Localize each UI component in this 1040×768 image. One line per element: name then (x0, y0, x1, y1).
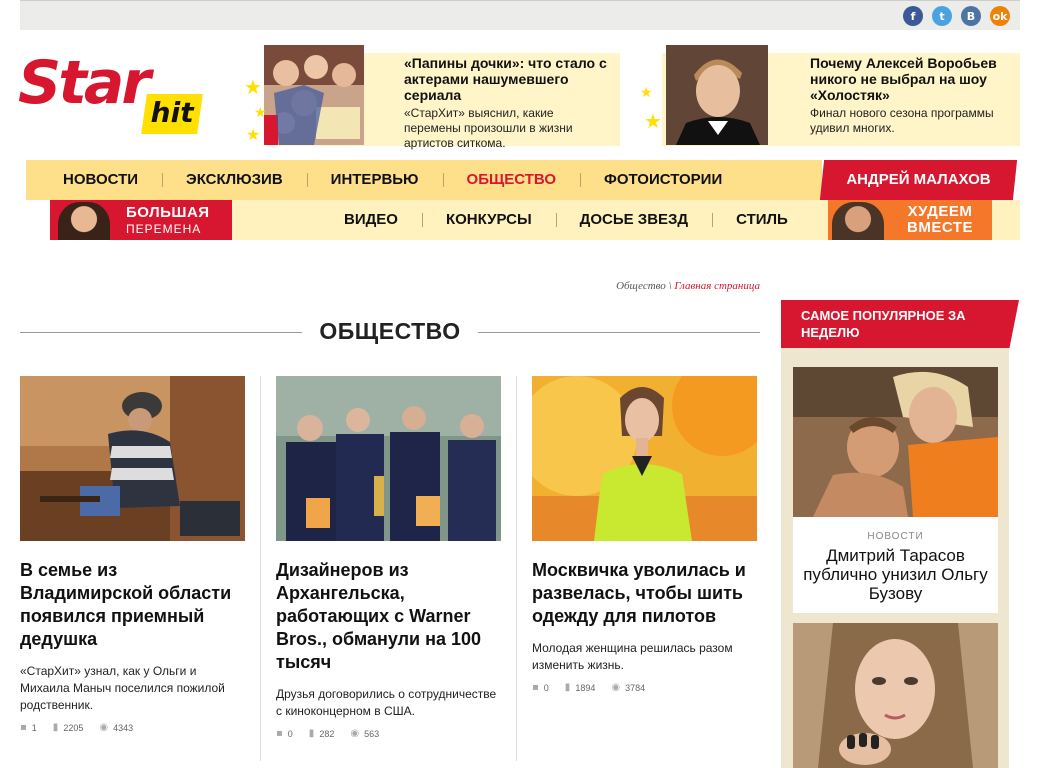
views-count: 3784 (625, 682, 646, 693)
stats-icon: ▮ (52, 722, 59, 733)
breadcrumb-home-link[interactable]: Главная страница (674, 280, 760, 292)
promo-title: Почему Алексей Воробьев никого не выбрал… (810, 55, 997, 103)
article-image[interactable] (276, 376, 501, 541)
secondary-nav: БОЛЬШАЯ ПЕРЕМЕНА ВИДЕО КОНКУРСЫ ДОСЬЕ ЗВ… (50, 200, 1020, 240)
banner-portrait (58, 202, 110, 240)
nav-item-interview[interactable]: ИНТЕРВЬЮ (306, 160, 443, 200)
breadcrumb-current: Общество (616, 280, 666, 292)
article-image[interactable] (20, 376, 245, 541)
banner-portrait (832, 202, 884, 240)
article-card[interactable]: Москвичка уволилась и развелась, чтобы ш… (532, 376, 757, 693)
site-logo[interactable]: Star hit (18, 50, 208, 142)
article-meta: ▪ 0 ▮ 282 ◉ 563 (276, 728, 501, 739)
vk-icon[interactable]: B (961, 6, 981, 26)
article-title[interactable]: Дизайнеров из Архангельска, работающих с… (276, 559, 501, 674)
nav-item-star-dossier[interactable]: ДОСЬЕ ЗВЕЗД (555, 200, 712, 240)
comment-icon: ▪ (20, 722, 27, 733)
primary-nav: НОВОСТИ ЭКСКЛЮЗИВ ИНТЕРВЬЮ ОБЩЕСТВО ФОТО… (26, 160, 822, 200)
views-count: 563 (364, 728, 380, 739)
stats-count: 282 (319, 728, 335, 739)
article-lead: «СтарХит» узнал, как у Ольги и Михаила М… (20, 664, 225, 712)
stats-count: 2205 (63, 722, 84, 733)
column-divider (260, 376, 261, 761)
article-meta: ▪ 0 ▮ 1894 ◉ 3784 (532, 682, 757, 693)
article-image[interactable] (532, 376, 757, 541)
banner-bolshaya-peremena[interactable]: БОЛЬШАЯ ПЕРЕМЕНА (50, 200, 232, 240)
stats-icon: ▮ (564, 682, 571, 693)
comment-icon: ▪ (276, 728, 283, 739)
logo-hit-badge: hit (141, 94, 203, 134)
eye-icon: ◉ (611, 682, 621, 693)
nav-item-andrey-malakhov[interactable]: АНДРЕЙ МАЛАХОВ (819, 160, 1018, 200)
popular-card-title[interactable]: Дмитрий Тарасов публично унизил Ольгу Бу… (793, 542, 998, 613)
nav-item-exclusive[interactable]: ЭКСКЛЮЗИВ (162, 160, 307, 200)
promo-subtitle: Финал нового сезона программы удивил мно… (810, 106, 994, 135)
banner-title: ХУДЕЕМ ВМЕСТЕ (907, 203, 973, 236)
stats-count: 1894 (575, 682, 596, 693)
article-title[interactable]: Москвичка уволилась и развелась, чтобы ш… (532, 559, 757, 628)
odnoklassniki-icon[interactable]: ok (990, 6, 1010, 26)
views-count: 4343 (113, 722, 134, 733)
popular-card-image[interactable] (793, 367, 998, 517)
star-decoration-icon: ★ (246, 125, 261, 144)
nav-item-label: АНДРЕЙ МАЛАХОВ (846, 171, 991, 188)
comment-count: 0 (287, 728, 293, 739)
breadcrumb-separator: \ (668, 280, 672, 292)
column-divider (516, 376, 517, 761)
eye-icon: ◉ (99, 722, 109, 733)
star-decoration-icon: ★ (244, 75, 262, 99)
star-decoration-icon: ★ (640, 85, 653, 101)
comment-count: 1 (31, 722, 37, 733)
banner-title: БОЛЬШАЯ (126, 204, 210, 221)
promo-image (264, 45, 390, 145)
section-header: ОБЩЕСТВО (20, 318, 760, 348)
article-lead: Друзья договорились о сотрудничестве с к… (276, 687, 497, 718)
nav-item-style[interactable]: СТИЛЬ (712, 200, 812, 240)
sidebar-header: САМОЕ ПОПУЛЯРНОЕ ЗА НЕДЕЛЮ (781, 300, 1019, 348)
article-card[interactable]: Дизайнеров из Архангельска, работающих с… (276, 376, 501, 739)
twitter-icon[interactable]: t (932, 6, 952, 26)
comment-count: 0 (543, 682, 549, 693)
logo-hit-text: hit (150, 96, 194, 129)
promo-title: «Папины дочки»: что стало с актерами наш… (404, 55, 607, 103)
nav-item-video[interactable]: ВИДЕО (320, 200, 422, 240)
breadcrumb: Общество \ Главная страница (616, 280, 760, 292)
facebook-icon[interactable]: f (903, 6, 923, 26)
nav-item-photostories[interactable]: ФОТОИСТОРИИ (580, 160, 746, 200)
promo-subtitle: «СтарХит» выяснил, какие перемены произо… (404, 106, 573, 150)
promo-papiny-dochki[interactable]: «Папины дочки»: что стало с актерами наш… (244, 45, 620, 150)
promo-image (666, 45, 796, 145)
page-title: ОБЩЕСТВО (319, 318, 461, 344)
article-title[interactable]: В семье из Владимирской области появился… (20, 559, 245, 651)
article-card[interactable]: В семье из Владимирской области появился… (20, 376, 245, 733)
article-meta: ▪ 1 ▮ 2205 ◉ 4343 (20, 722, 245, 733)
top-bar: f t B ok (20, 0, 1020, 30)
promo-vorobyev[interactable]: Почему Алексей Воробьев никого не выбрал… (640, 45, 1020, 148)
logo-star-text: Star (18, 48, 151, 118)
star-decoration-icon: ★ (254, 105, 267, 121)
stats-icon: ▮ (308, 728, 315, 739)
promo-text: «Папины дочки»: что стало с актерами наш… (390, 45, 610, 150)
secondary-nav-links: ВИДЕО КОНКУРСЫ ДОСЬЕ ЗВЕЗД СТИЛЬ (320, 200, 812, 240)
popular-card-category[interactable]: НОВОСТИ (793, 531, 998, 542)
nav-item-news[interactable]: НОВОСТИ (26, 160, 162, 200)
popular-card-image[interactable] (793, 623, 998, 768)
article-lead: Молодая женщина решилась разом изменить … (532, 641, 733, 672)
banner-hudeem-vmeste[interactable]: ХУДЕЕМ ВМЕСТЕ (828, 200, 992, 240)
comment-icon: ▪ (532, 682, 539, 693)
nav-item-contests[interactable]: КОНКУРСЫ (421, 200, 556, 240)
popular-sidebar: САМОЕ ПОПУЛЯРНОЕ ЗА НЕДЕЛЮ НОВОСТИ Дмитр… (781, 300, 1019, 768)
eye-icon: ◉ (350, 728, 360, 739)
popular-card[interactable]: НОВОСТИ Дмитрий Тарасов публично унизил … (793, 367, 998, 613)
social-links: f t B ok (903, 6, 1010, 26)
nav-item-society[interactable]: ОБЩЕСТВО (442, 160, 581, 200)
promo-text: Почему Алексей Воробьев никого не выбрал… (796, 45, 1006, 148)
star-decoration-icon: ★ (644, 109, 662, 133)
banner-subtitle: ПЕРЕМЕНА (126, 222, 202, 236)
